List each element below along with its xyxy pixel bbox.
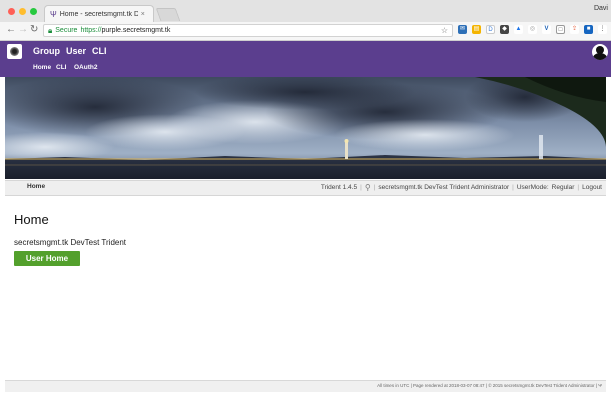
page-footer: All times in UTC | Page rendered at 2018… [5, 380, 606, 392]
menu-user[interactable]: User [66, 46, 86, 56]
current-user-link[interactable]: secretsmgmt.tk DevTest Trident Administr… [378, 184, 509, 191]
new-tab-button[interactable] [155, 8, 181, 21]
close-window-button[interactable] [8, 8, 15, 15]
browser-tab-bar: Ψ Home - secretsmgmt.tk DevT × Davi [0, 0, 611, 23]
share-extension-icon[interactable]: ⇪ [570, 25, 579, 34]
screen-extension-icon[interactable]: □ [556, 25, 565, 34]
mail-extension-icon[interactable]: ✉ [458, 25, 467, 34]
logout-link[interactable]: Logout [582, 184, 602, 191]
extension-icons: ✉ ▤ D ◆ ▲ ◎ V □ ⇪ ■ ⋮ [458, 25, 607, 34]
breadcrumb-home[interactable]: Home [27, 183, 45, 190]
submenu-home[interactable]: Home [33, 64, 51, 71]
user-avatar-icon[interactable] [592, 44, 608, 60]
menu-group[interactable]: Group [33, 46, 60, 56]
lake-panorama-image [5, 77, 606, 179]
secure-label: Secure [55, 27, 78, 34]
version-label: Trident 1.4.5 [320, 184, 358, 191]
back-arrow-icon[interactable]: ← [6, 24, 16, 35]
lock-icon: 🔒︎ [48, 25, 53, 35]
usermode-value[interactable]: Regular [552, 184, 575, 191]
system-name: secretsmgmt.tk DevTest Trident [14, 238, 127, 247]
browser-tab[interactable]: Ψ Home - secretsmgmt.tk DevT × [44, 5, 154, 22]
drive-extension-icon[interactable]: ▲ [514, 25, 523, 34]
url-scheme: https:// [80, 27, 102, 34]
user-home-button[interactable]: User Home [14, 251, 80, 266]
tab-title: Home - secretsmgmt.tk DevT [59, 10, 138, 18]
maximize-window-button[interactable] [30, 8, 37, 15]
bookmark-star-icon[interactable]: ☆ [441, 26, 448, 35]
url-host: purple.secretsmgmt.tk [101, 27, 171, 34]
submenu-oauth2[interactable]: OAuth2 [74, 64, 97, 71]
pocket-extension-icon[interactable]: ◆ [500, 25, 509, 34]
address-bar[interactable]: 🔒︎ Secure https://purple.secretsmgmt.tk … [43, 24, 453, 37]
page-title: Home [14, 212, 49, 227]
psi-favicon-icon: Ψ [50, 9, 57, 19]
browser-profile-name[interactable]: Davi [594, 5, 608, 12]
close-tab-icon[interactable]: × [141, 11, 145, 18]
minimize-window-button[interactable] [19, 8, 26, 15]
header-banner-image [5, 77, 606, 179]
blue-extension-icon[interactable]: ■ [584, 25, 593, 34]
app-logo-icon[interactable] [7, 44, 22, 59]
reload-icon[interactable]: ↻ [30, 24, 38, 35]
v-extension-icon[interactable]: V [542, 25, 551, 34]
folder-extension-icon[interactable]: ▤ [472, 25, 481, 34]
search-icon[interactable]: ⚲ [365, 183, 371, 192]
status-bar: Home Trident 1.4.5 | ⚲ | secretsmgmt.tk … [5, 180, 606, 196]
status-right: Trident 1.4.5 | ⚲ | secretsmgmt.tk DevTe… [320, 183, 602, 192]
url-text: https://purple.secretsmgmt.tk [80, 27, 170, 34]
shield-extension-icon[interactable]: ◎ [528, 25, 537, 34]
browser-toolbar: ← → ↻ 🔒︎ Secure https://purple.secretsmg… [0, 22, 611, 41]
diff-extension-icon[interactable]: D [486, 25, 495, 34]
menu-cli[interactable]: CLI [92, 46, 107, 56]
menu-dots-icon[interactable]: ⋮ [598, 25, 607, 34]
submenu-cli[interactable]: CLI [56, 64, 66, 71]
usermode-label: UserMode: [516, 184, 549, 191]
footer-text: All times in UTC | Page rendered at 2018… [377, 383, 602, 388]
app-header: Group User CLI Home CLI OAuth2 [0, 41, 611, 77]
forward-arrow-icon[interactable]: → [18, 24, 28, 35]
